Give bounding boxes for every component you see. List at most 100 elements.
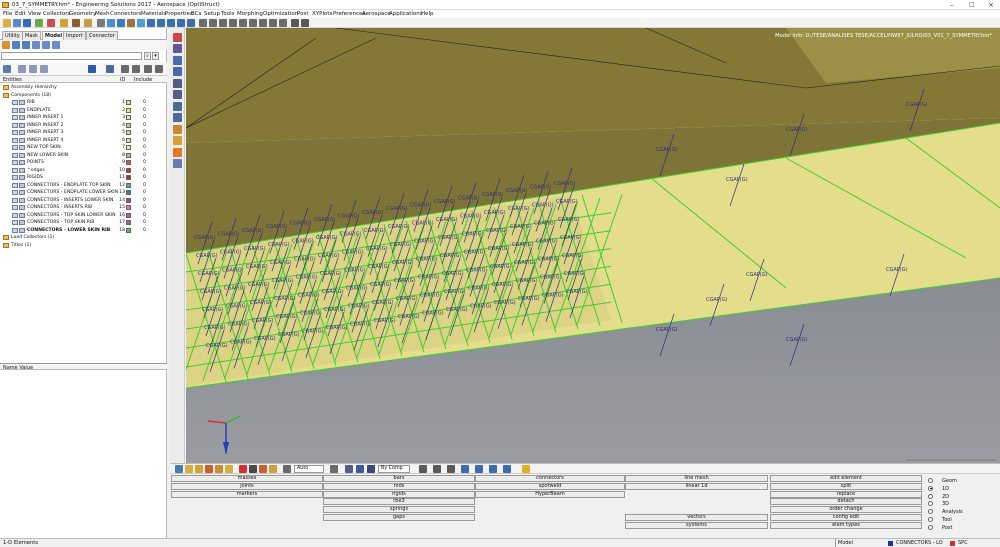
visibility-toggle-icon[interactable] bbox=[19, 205, 25, 210]
view-bottom-icon[interactable] bbox=[147, 19, 155, 27]
panel-button-split[interactable]: split bbox=[770, 482, 922, 490]
visibility-toggle-icon[interactable] bbox=[19, 137, 25, 143]
view-iso-icon[interactable] bbox=[127, 19, 135, 27]
filter-icon[interactable] bbox=[132, 65, 140, 73]
component-color-swatch[interactable] bbox=[126, 197, 131, 203]
search-options-icon[interactable]: ▾ bbox=[152, 52, 159, 60]
component-color-swatch[interactable] bbox=[126, 130, 131, 135]
zoom-in-icon[interactable] bbox=[199, 19, 207, 27]
view-right-icon[interactable] bbox=[167, 19, 175, 27]
find-icon[interactable] bbox=[173, 56, 182, 65]
panel-button-vectors[interactable]: vectors bbox=[625, 514, 768, 521]
hide-entity-icon[interactable] bbox=[249, 465, 257, 473]
menu-optimization[interactable]: Optimization bbox=[263, 11, 298, 17]
panel-button-order-change[interactable]: order change bbox=[770, 506, 922, 514]
find-attached-icon[interactable] bbox=[173, 67, 182, 76]
tab-utility[interactable]: Utility bbox=[2, 31, 23, 40]
color-mode-dropdown[interactable]: By Comp bbox=[378, 465, 410, 473]
radio-circle[interactable] bbox=[928, 485, 933, 491]
component-color-swatch[interactable] bbox=[126, 182, 131, 188]
expand-icon[interactable] bbox=[155, 65, 163, 73]
load-collectors-icon[interactable] bbox=[215, 465, 223, 473]
materials-icon[interactable] bbox=[195, 465, 203, 473]
tree-group[interactable]: Load Collectors (1) bbox=[0, 234, 166, 242]
menu-view[interactable]: View bbox=[28, 11, 41, 17]
menu-xyplots[interactable]: XYPlots bbox=[312, 11, 332, 17]
status-component[interactable]: CONNECTORS - LO bbox=[894, 539, 949, 547]
hide-icon[interactable] bbox=[18, 65, 26, 73]
visibility-toggle-icon[interactable] bbox=[19, 100, 25, 105]
menu-bcs[interactable]: BCs bbox=[191, 11, 201, 17]
close-button[interactable]: × bbox=[988, 1, 994, 9]
component-row[interactable]: CONNECTORS - INSERTS LOWER SKIN 14 0 bbox=[0, 197, 166, 205]
color-by-icon[interactable] bbox=[367, 465, 375, 473]
connectors-display-icon[interactable] bbox=[173, 148, 182, 157]
component-row[interactable]: INNER INSERT 3 5 0 bbox=[0, 129, 166, 137]
check-elements-icon[interactable] bbox=[173, 125, 182, 134]
panel-button-rbe3[interactable]: rbe3 bbox=[323, 498, 475, 506]
component-color-swatch[interactable] bbox=[126, 107, 131, 113]
panel-button-bars[interactable]: bars bbox=[323, 475, 475, 482]
redo-icon[interactable] bbox=[301, 19, 309, 27]
component-row[interactable]: CONNECTORS - INSERTS RIB 15 0 bbox=[0, 204, 166, 212]
save-as-icon[interactable] bbox=[23, 19, 31, 27]
property-view-icon[interactable] bbox=[42, 41, 50, 49]
tree-group[interactable]: Components (18) bbox=[0, 92, 166, 100]
undo-icon[interactable] bbox=[291, 19, 299, 27]
panel-button-rods[interactable]: rods bbox=[323, 482, 475, 490]
view-left-icon[interactable] bbox=[157, 19, 165, 27]
menu-properties[interactable]: Properties bbox=[165, 11, 193, 17]
menu-connectors[interactable]: Connectors bbox=[110, 11, 141, 17]
isolate-icon[interactable] bbox=[29, 65, 37, 73]
visibility-toggle-icon[interactable] bbox=[19, 212, 25, 218]
show-entity-icon[interactable] bbox=[259, 465, 267, 473]
visibility-toggle-icon[interactable] bbox=[19, 130, 25, 135]
status-loadcol[interactable]: SPC bbox=[956, 539, 1000, 547]
center-icon[interactable] bbox=[259, 19, 267, 27]
component-color-swatch[interactable] bbox=[126, 220, 131, 225]
menu-file[interactable]: File bbox=[3, 11, 12, 17]
systems-icon[interactable] bbox=[225, 465, 233, 473]
component-row[interactable]: CONNECTORS - ENDPLATE LOWER SKIN 13 0 bbox=[0, 189, 166, 197]
visibility-toggle-icon[interactable] bbox=[19, 220, 25, 225]
panel-button-markers[interactable]: markers bbox=[171, 490, 323, 498]
show-icon[interactable] bbox=[3, 65, 11, 73]
marquee-icon[interactable] bbox=[330, 465, 338, 473]
isolate-entity-icon[interactable] bbox=[269, 465, 277, 473]
points-display-icon[interactable] bbox=[503, 465, 511, 473]
component-row[interactable]: CONNECTORS - TOP SKIN LOWER SKIN 16 0 bbox=[0, 212, 166, 220]
menu-morphing[interactable]: Morphing bbox=[237, 11, 263, 17]
component-color-swatch[interactable] bbox=[126, 175, 131, 180]
solver-icon[interactable] bbox=[60, 19, 68, 27]
part-view-icon[interactable] bbox=[22, 41, 30, 49]
radio-analysis[interactable]: Analysis bbox=[928, 508, 988, 515]
visibility-toggle-icon[interactable] bbox=[19, 190, 25, 195]
panel-button-elem-types[interactable]: elem types bbox=[770, 521, 922, 529]
tab-mask[interactable]: Mask bbox=[22, 31, 41, 40]
radio-tool[interactable]: Tool bbox=[928, 516, 988, 523]
maximize-button[interactable]: □ bbox=[969, 1, 975, 8]
visibility-toggle-icon[interactable] bbox=[19, 167, 25, 173]
display-mode-icon[interactable] bbox=[106, 65, 114, 73]
menu-preferences[interactable]: Preferences bbox=[333, 11, 365, 17]
minimize-button[interactable]: – bbox=[950, 1, 954, 9]
visibility-toggle-icon[interactable] bbox=[19, 145, 25, 150]
radio-circle[interactable] bbox=[928, 493, 933, 499]
component-row[interactable]: RIB 1 0 bbox=[0, 99, 166, 107]
component-color-swatch[interactable] bbox=[126, 190, 131, 195]
visibility-toggle-icon[interactable] bbox=[19, 160, 25, 165]
radio-circle[interactable] bbox=[928, 509, 933, 515]
section-icon[interactable] bbox=[279, 19, 287, 27]
1d-display-icon[interactable] bbox=[447, 465, 455, 473]
element-display-icon[interactable] bbox=[433, 465, 441, 473]
visibility-toggle-icon[interactable] bbox=[19, 182, 25, 188]
view-front-icon[interactable] bbox=[177, 19, 185, 27]
tab-model[interactable]: Model bbox=[42, 31, 66, 40]
model-scene[interactable]: CGAP(G)CGAP(G)CGAP(G)CGAP(G)CGAP(G)CGAP(… bbox=[186, 28, 1000, 463]
component-color-swatch[interactable] bbox=[126, 205, 131, 210]
mesh-display-icon[interactable] bbox=[419, 465, 427, 473]
visibility-icon[interactable] bbox=[144, 65, 152, 73]
menu-collectors[interactable]: Collectors bbox=[43, 11, 70, 17]
panel-button-HyperBeam[interactable]: HyperBeam bbox=[475, 490, 625, 498]
panel-button-config-edit[interactable]: config edit bbox=[770, 514, 922, 521]
